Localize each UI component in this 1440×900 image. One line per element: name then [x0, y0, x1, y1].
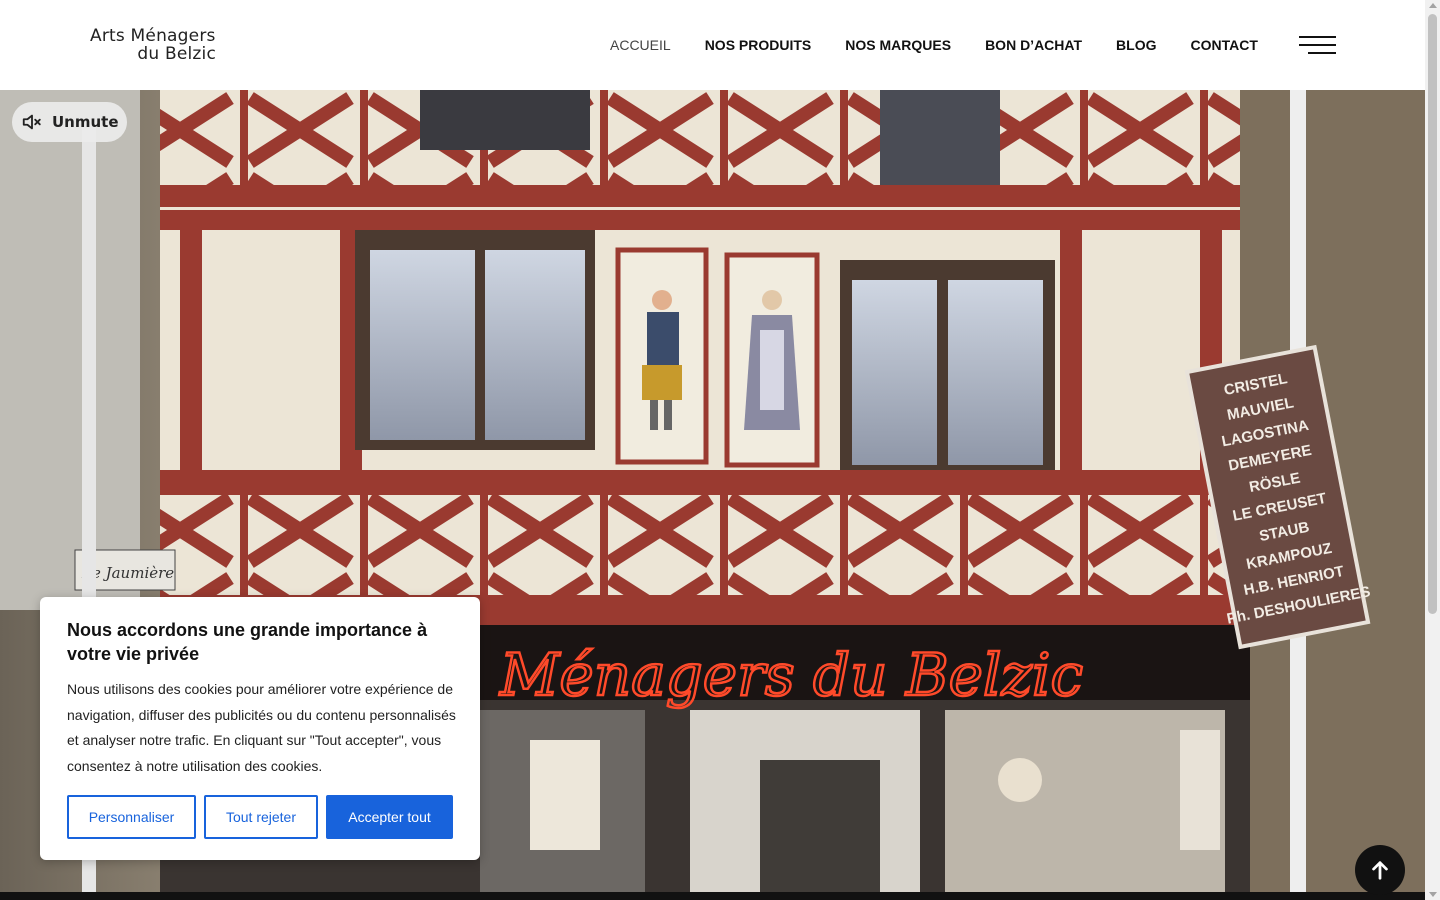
bottom-strip	[0, 892, 1440, 900]
nav-item-contact[interactable]: CONTACT	[1190, 37, 1257, 53]
scroll-down-icon[interactable]	[1429, 892, 1437, 897]
cookie-buttons: Personnaliser Tout rejeter Accepter tout	[67, 795, 461, 839]
nav-item-accueil[interactable]: ACCUEIL	[610, 37, 671, 53]
unmute-label: Unmute	[52, 113, 119, 131]
nav-item-nos-marques[interactable]: NOS MARQUES	[845, 37, 951, 53]
unmute-button[interactable]: Unmute	[12, 102, 127, 142]
page-scrollbar[interactable]	[1425, 0, 1440, 900]
hamburger-icon[interactable]	[1299, 34, 1336, 56]
scroll-up-icon[interactable]	[1429, 3, 1437, 8]
customize-button[interactable]: Personnaliser	[67, 795, 196, 839]
scrollbar-thumb[interactable]	[1428, 14, 1437, 614]
nav-item-blog[interactable]: BLOG	[1116, 37, 1156, 53]
reject-all-button[interactable]: Tout rejeter	[204, 795, 318, 839]
back-to-top-button[interactable]	[1355, 845, 1405, 895]
cookie-consent-banner: Nous accordons une grande importance à v…	[40, 597, 480, 860]
cookie-title: Nous accordons une grande importance à v…	[67, 620, 428, 664]
nav-item-bon-achat[interactable]: BON D’ACHAT	[985, 37, 1082, 53]
neon-sign-text: Ménagers du Belzic	[499, 641, 1083, 709]
nav-item-nos-produits[interactable]: NOS PRODUITS	[705, 37, 812, 53]
cookie-text: Nous utilisons des cookies pour améliore…	[67, 681, 456, 774]
logo-line-2: du Belzic	[137, 44, 216, 64]
main-nav: ACCUEIL NOS PRODUITS NOS MARQUES BON D’A…	[610, 37, 1292, 53]
site-header: Arts Ménagers du Belzic ACCUEIL NOS PROD…	[0, 0, 1425, 90]
arrow-up-icon	[1372, 861, 1388, 880]
speaker-muted-icon	[22, 114, 41, 130]
site-logo[interactable]: Arts Ménagers du Belzic	[90, 27, 220, 63]
accept-all-button[interactable]: Accepter tout	[326, 795, 453, 839]
